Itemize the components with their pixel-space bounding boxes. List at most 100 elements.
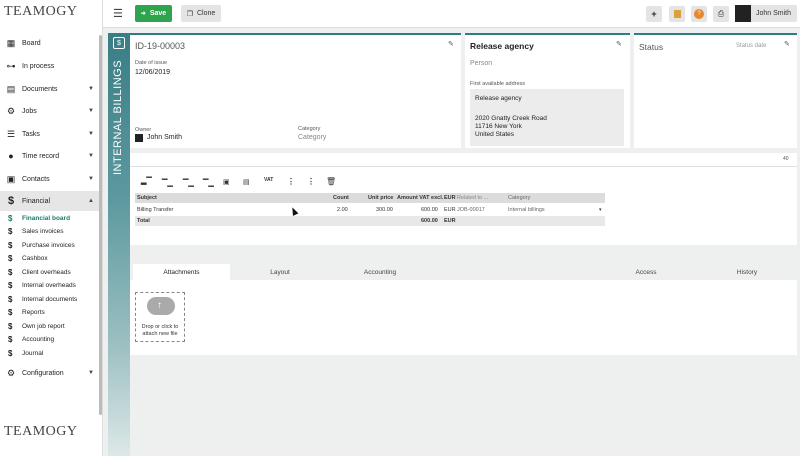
dollar-icon: $ [8, 281, 13, 290]
tab-access[interactable]: Access [595, 264, 697, 280]
dollar-icon: $ [8, 295, 13, 304]
edit-pencil-icon[interactable]: ✎ [616, 40, 622, 48]
more-vertical-icon[interactable]: ⋮ [307, 177, 315, 186]
hierarchy-icon: ⊶ [6, 60, 16, 71]
table-total-row: Total 600.00 EUR [135, 216, 605, 226]
vat-icon[interactable]: VAT [264, 177, 273, 183]
save-icon: ➜ [140, 11, 146, 17]
sidebar-item-board[interactable]: ▦ Board [0, 33, 100, 53]
owner-label: Owner [135, 127, 152, 133]
sidebar-subitem-financial-board[interactable]: $ Financial board [0, 212, 100, 225]
print-icon[interactable]: ⎙ [713, 6, 729, 22]
tab-accounting[interactable]: Accounting [330, 264, 430, 280]
sidebar-subitem-cashbox[interactable]: $ Cashbox [0, 252, 100, 265]
sidebar-subitem-internal-overheads[interactable]: $ Internal overheads [0, 279, 100, 292]
sidebar-item-contacts[interactable]: ▣ Contacts ▼ [0, 169, 100, 189]
address-country: United States [475, 131, 515, 138]
document-card: ID-19-00003 ✎ Date of issue 12/06/2019 O… [130, 33, 461, 148]
sidebar-item-configuration[interactable]: ⚙ Configuration ▼ [0, 363, 100, 383]
table-header: Subject Count Unit price Amount VAT excl… [135, 193, 605, 203]
dollar-icon: $ [7, 195, 15, 207]
sidebar-subitem-purchase-invoices[interactable]: $ Purchase invoices [0, 239, 100, 252]
sidebar-item-tasks[interactable]: ☰ Tasks ▼ [0, 124, 100, 144]
address-label: First available address [470, 81, 526, 87]
dollar-icon: $ [8, 254, 13, 263]
grid-icon: ▦ [6, 37, 16, 48]
save-button[interactable]: ➜ Save [135, 5, 172, 22]
tasks-icon: ☰ [6, 128, 16, 139]
tab-history[interactable]: History [697, 264, 797, 280]
contacts-icon: ▣ [6, 173, 16, 184]
logo: TEAMOGY [4, 4, 78, 19]
owner-value[interactable]: John Smith [147, 134, 182, 141]
caret-up-icon: ▲ [88, 198, 94, 204]
sidebar-subitem-journal[interactable]: $ Journal [0, 347, 100, 360]
status-title: Status [639, 42, 664, 52]
clone-button[interactable]: ❐ Clone [181, 5, 221, 22]
tab-attachments[interactable]: Attachments [133, 264, 230, 280]
caret-down-icon: ▼ [88, 176, 94, 182]
table-row[interactable]: Billing Transfer 2.00 300.00 600.00 EUR … [135, 205, 605, 215]
cloud-upload-icon: ↑ [147, 297, 175, 315]
sidebar-subitem-internal-documents[interactable]: $ Internal documents [0, 293, 100, 306]
file-dropzone[interactable]: ↑ Drop or click to attach new file [135, 292, 185, 342]
sidebar-subitem-reports[interactable]: $ Reports [0, 306, 100, 319]
dollar-icon: $ [8, 349, 13, 358]
sidebar-item-time-record[interactable]: ● Time record ▼ [0, 146, 100, 166]
sidebar-subitem-own-job-report[interactable]: $ Own job report [0, 320, 100, 333]
sidebar-item-in-process[interactable]: ⊶ In process [0, 56, 100, 76]
tab-layout[interactable]: Layout [230, 264, 330, 280]
document-type-title: INTERNAL BILLINGS [112, 59, 124, 175]
document-icon: ▤ [6, 83, 16, 94]
person-field[interactable]: Person [470, 60, 492, 67]
user-menu[interactable]: John Smith [735, 5, 797, 22]
notes-icon[interactable] [669, 6, 685, 22]
sidebar-subitem-client-overheads[interactable]: $ Client overheads [0, 266, 100, 279]
edit-pencil-icon[interactable]: ✎ [448, 40, 454, 48]
status-card: Status Status date ✎ [634, 33, 797, 148]
sidebar-item-jobs[interactable]: ⚙ Jobs ▼ [0, 101, 100, 121]
dropdown-caret-icon[interactable]: ▾ [599, 207, 602, 213]
agency-card: Release agency ✎ Person First available … [465, 33, 630, 148]
caret-down-icon: ▼ [88, 131, 94, 137]
dollar-icon: $ [8, 322, 13, 331]
clock-icon: ● [8, 151, 14, 161]
sidebar-item-financial[interactable]: $ Financial ▲ [0, 191, 100, 211]
date-value[interactable]: 12/06/2019 [135, 69, 170, 76]
sidebar-subitem-sales-invoices[interactable]: $ Sales invoices [0, 225, 100, 238]
hamburger-menu-icon[interactable]: ☰ [113, 7, 123, 20]
status-date-field[interactable]: Status date [736, 43, 766, 49]
avatar [735, 5, 751, 22]
insert-subtotal-icon[interactable]: ▔▁ [203, 179, 214, 187]
divider [130, 166, 797, 167]
address-box[interactable]: Release agency 2020 Gnatty Creek Road 11… [470, 89, 624, 146]
sidebar-scrollbar[interactable] [99, 35, 102, 415]
caret-down-icon: ▼ [88, 153, 94, 159]
edit-pencil-icon[interactable]: ✎ [784, 40, 790, 48]
insert-row-above-icon[interactable]: ▂▔ [141, 177, 152, 185]
top-toolbar: ☰ ➜ Save ❐ Clone + ? ⎙ John Smith [103, 0, 800, 28]
dollar-icon: $ [8, 214, 13, 223]
category-field[interactable]: Category [298, 134, 326, 141]
category-label: Category [298, 126, 321, 132]
item-count-indicator: 40 [783, 156, 789, 162]
sidebar-item-documents[interactable]: ▤ Documents ▼ [0, 79, 100, 99]
dollar-icon: $ [8, 335, 13, 344]
date-label: Date of issue [135, 60, 168, 66]
insert-image-icon[interactable]: ▣ [223, 178, 230, 186]
sidebar-subitem-accounting[interactable]: $ Accounting [0, 333, 100, 346]
agency-title: Release agency [470, 41, 534, 51]
insert-table-icon[interactable]: ▤ [243, 178, 250, 186]
address-name: Release agency [475, 95, 522, 102]
attachments-panel: ↑ Drop or click to attach new file [130, 280, 797, 355]
add-icon[interactable]: + [646, 6, 662, 22]
trash-icon[interactable]: 🗑 [326, 177, 336, 186]
insert-row-below-icon[interactable]: ▔▁ [162, 179, 173, 187]
insert-text-row-icon[interactable]: ▔▁ [183, 179, 194, 187]
more-vertical-icon[interactable]: ⋮ [287, 177, 295, 186]
sidebar: TEAMOGY ▦ Board ⊶ In process ▤ Documents ▼ ⚙… [0, 0, 103, 456]
owner-avatar [135, 134, 143, 142]
help-icon[interactable]: ? [691, 6, 707, 22]
dollar-icon: $ [8, 308, 13, 317]
caret-down-icon: ▼ [88, 86, 94, 92]
